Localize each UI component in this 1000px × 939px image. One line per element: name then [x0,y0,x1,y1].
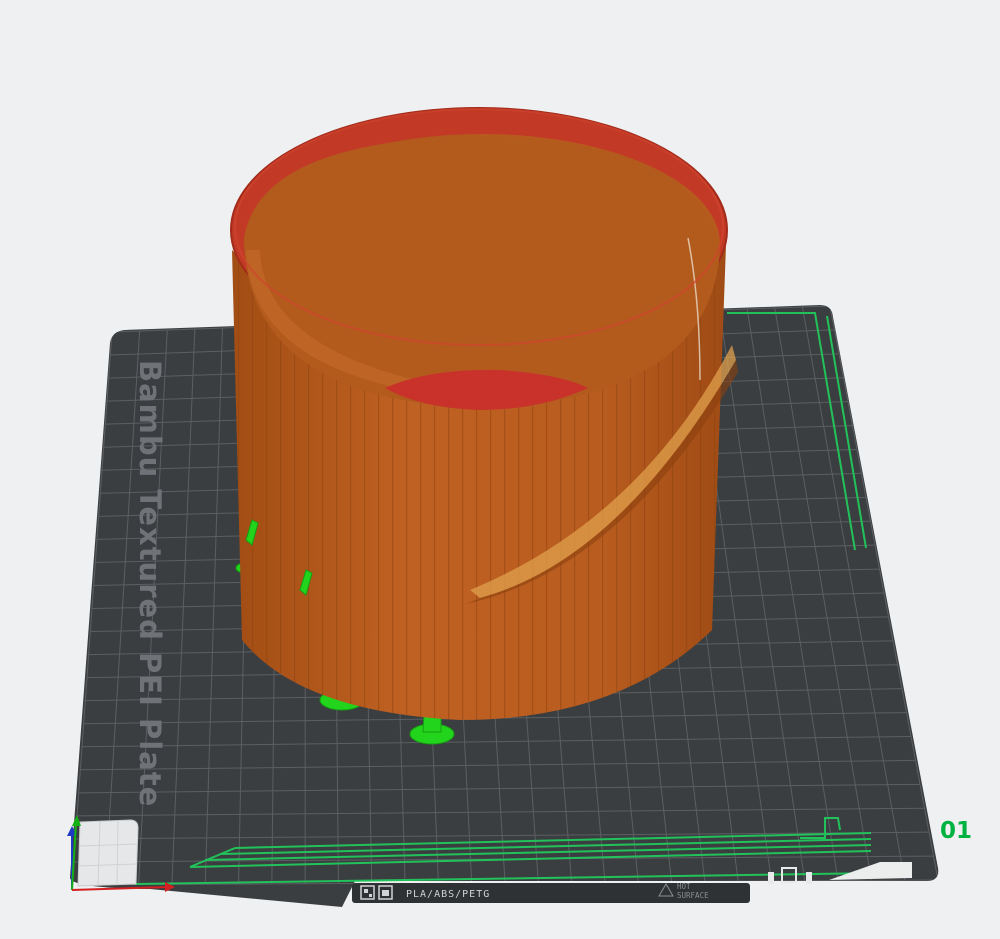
plate-filament-text: PLA/ABS/PETG [406,889,490,900]
model-cup[interactable] [231,108,738,720]
hot-surface-line2: SURFACE [677,891,709,900]
origin-cell [78,820,138,886]
plate-label: Bambu Textured PEI Plate [133,360,167,807]
hot-surface-line1: HOT [677,882,691,891]
3d-viewport[interactable]: Bambu Textured PEI Plate [0,0,1000,935]
plate-number: 01 [940,818,972,844]
